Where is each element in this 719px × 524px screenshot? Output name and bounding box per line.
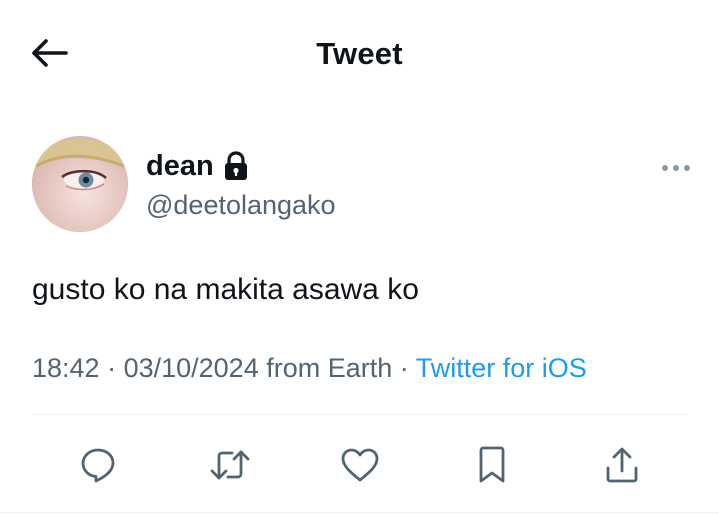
retweet-icon <box>210 450 250 480</box>
bookmark-icon <box>479 446 505 483</box>
reply-button[interactable] <box>73 440 123 490</box>
author-handle[interactable]: @deetolangako <box>146 190 336 221</box>
avatar-image <box>32 136 128 232</box>
tweet-date[interactable]: 03/10/2024 <box>124 353 259 383</box>
tweet-location: from Earth <box>258 353 393 383</box>
lock-icon <box>223 151 249 181</box>
page-title: Tweet <box>316 36 403 71</box>
author-name-row: dean <box>146 146 249 186</box>
retweet-button[interactable] <box>205 440 255 490</box>
share-button[interactable] <box>597 440 647 490</box>
author-display-name[interactable]: dean <box>146 150 214 183</box>
tweet-time[interactable]: 18:42 <box>32 353 100 383</box>
tweet-actions-bar <box>0 440 719 490</box>
more-horizontal-icon <box>662 165 690 171</box>
reply-icon <box>81 448 115 483</box>
tweet-source-link[interactable]: Twitter for iOS <box>416 353 587 383</box>
heart-icon <box>341 448 379 482</box>
tweet-metadata: 18:42 · 03/10/2024 from Earth · Twitter … <box>32 353 587 384</box>
divider <box>32 414 688 415</box>
bookmark-button[interactable] <box>467 440 517 490</box>
share-icon <box>606 447 638 483</box>
bottom-divider <box>0 512 719 513</box>
tweet-text: gusto ko na makita asawa ko <box>32 273 419 306</box>
top-bar: Tweet <box>0 0 719 108</box>
meta-separator: · <box>99 353 124 383</box>
more-options-button[interactable] <box>660 156 692 180</box>
like-button[interactable] <box>335 440 385 490</box>
meta-separator-2: · <box>392 353 416 383</box>
avatar[interactable] <box>32 136 128 232</box>
